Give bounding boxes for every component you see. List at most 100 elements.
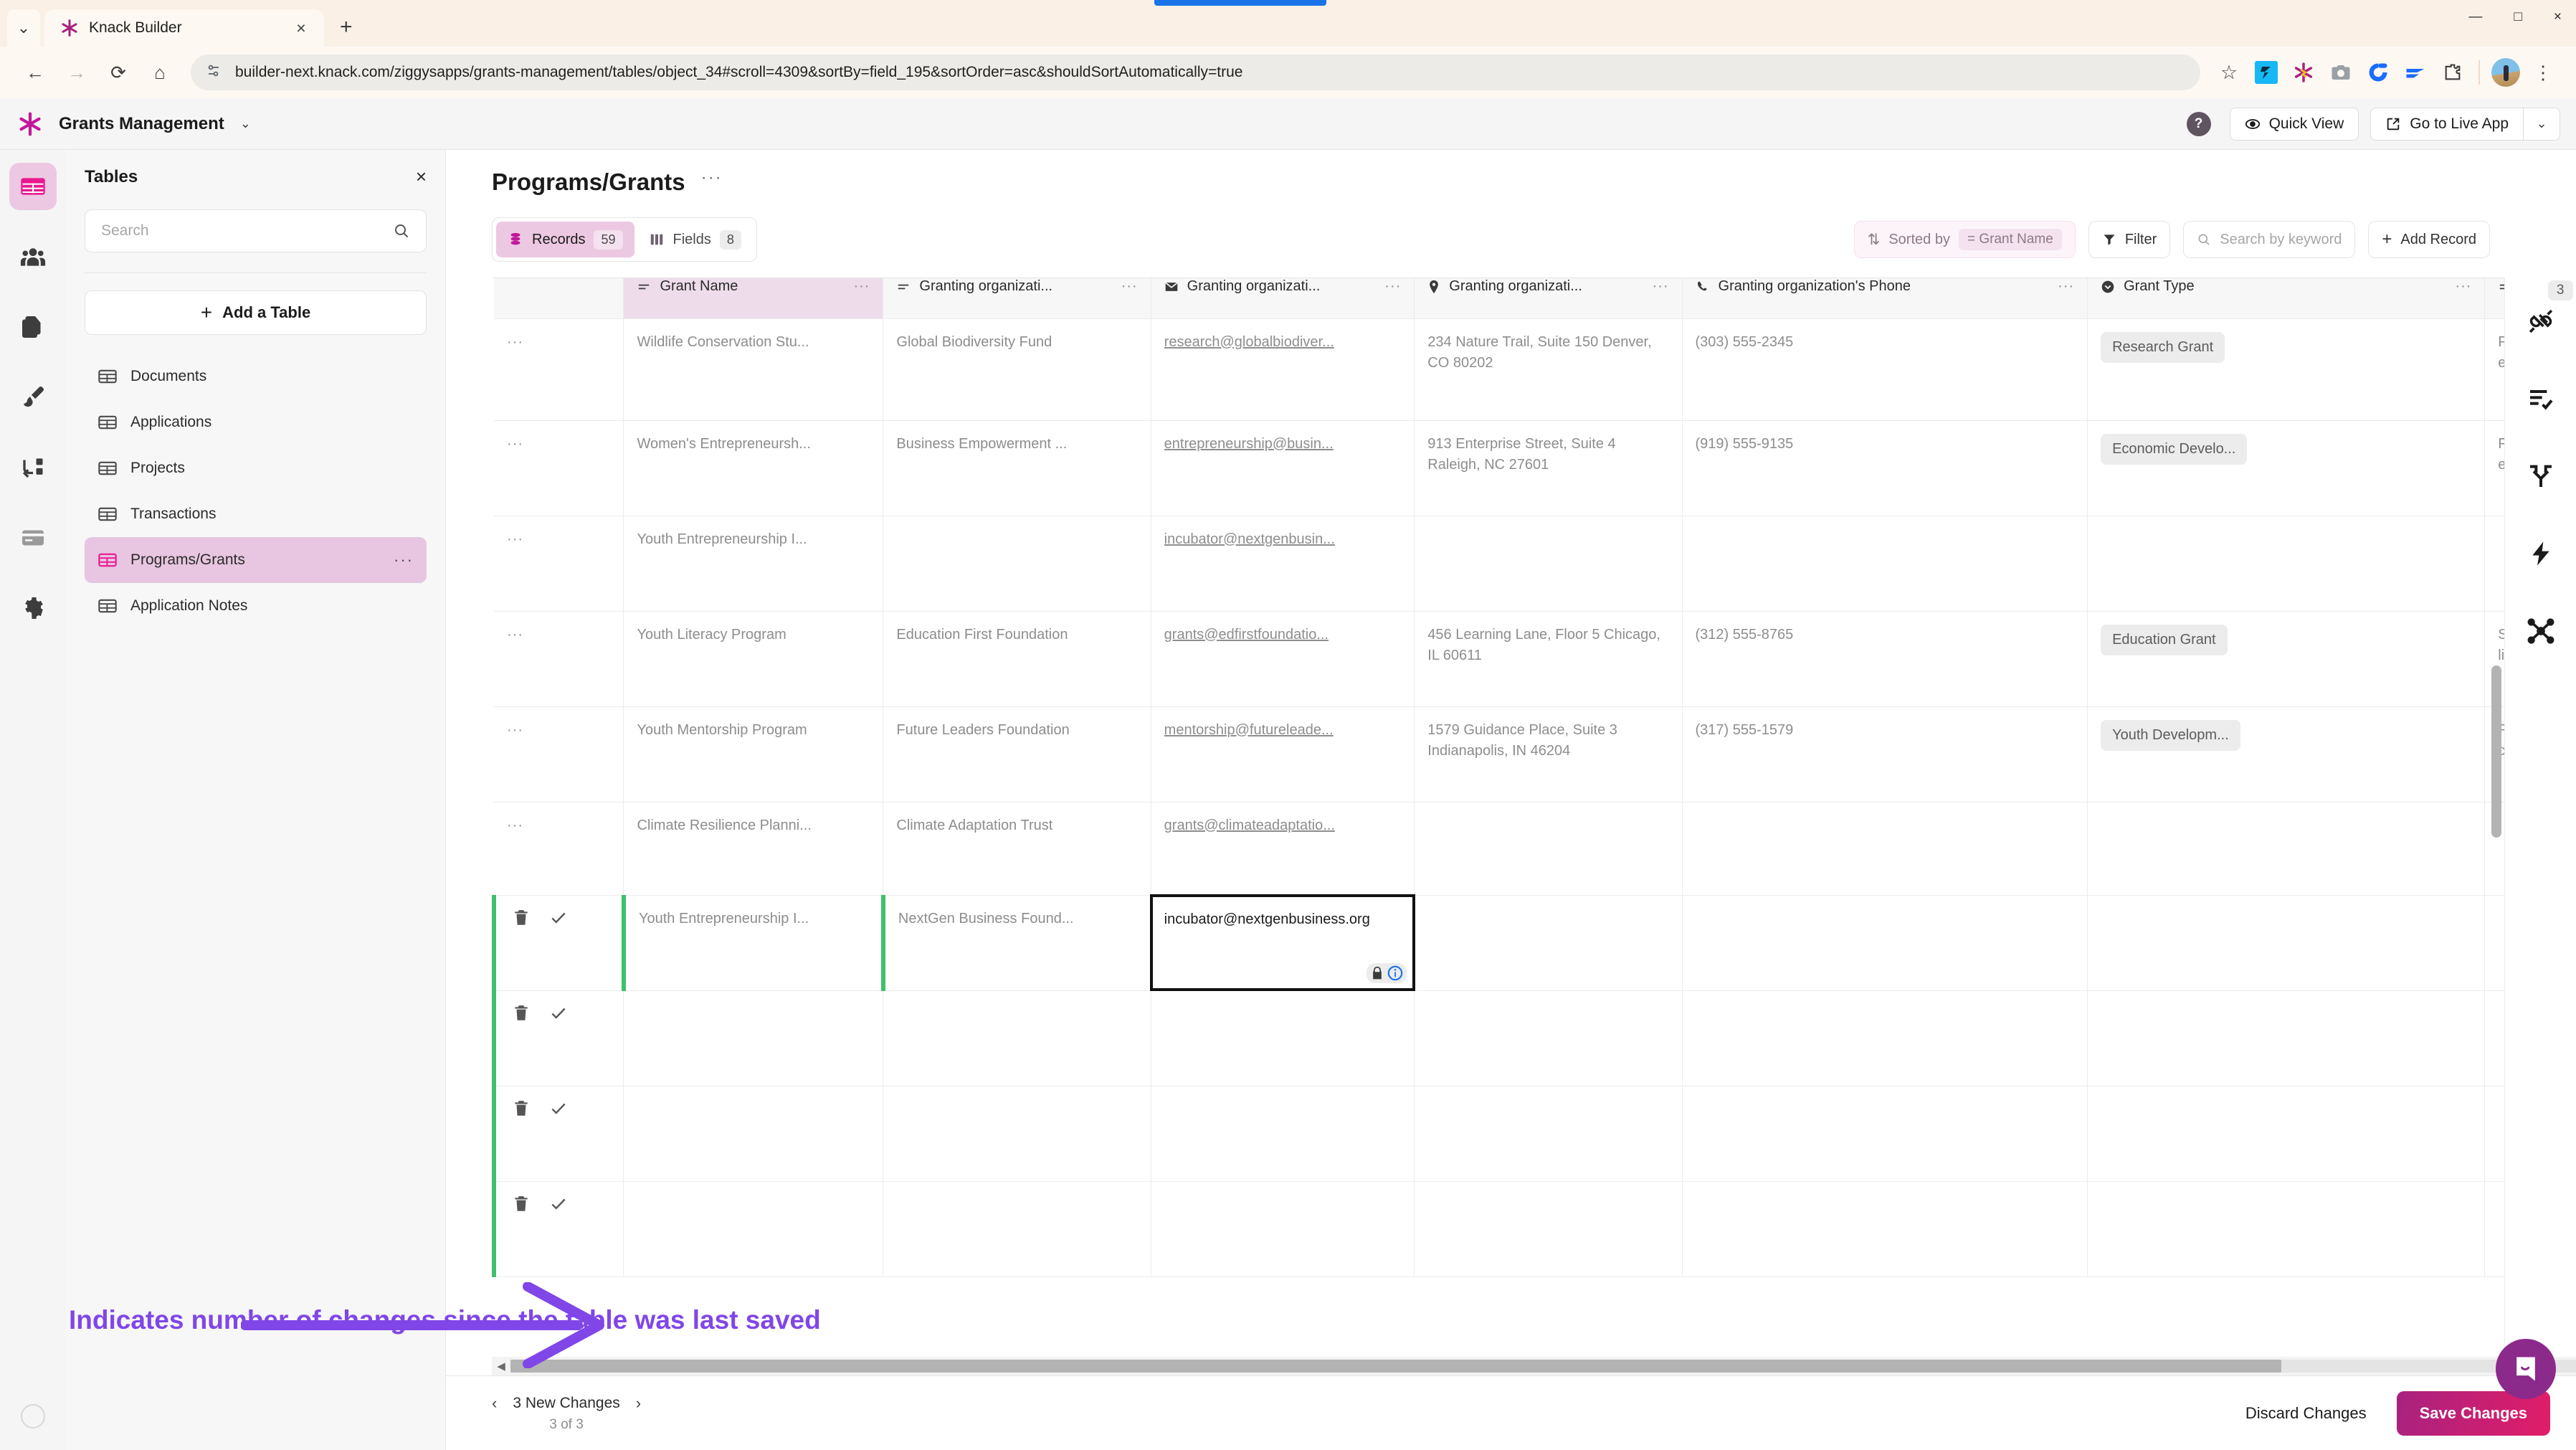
row-menu-icon[interactable]: ···: [494, 516, 624, 612]
cell-email[interactable]: mentorship@futureleade...: [1151, 706, 1415, 802]
filter-button[interactable]: Filter: [2088, 221, 2171, 258]
knack-extension-icon[interactable]: [2285, 54, 2322, 91]
column-header-granting-organization-phone[interactable]: Granting organization's Phone ···: [1682, 278, 2088, 319]
screenshot-camera-icon[interactable]: [2322, 54, 2359, 91]
cell-description[interactable]: Funding research and conservation effort…: [2484, 318, 2504, 421]
cell-email-link[interactable]: entrepreneurship@busin...: [1164, 434, 1402, 455]
cell-grant-name[interactable]: Youth Mentorship Program: [623, 706, 884, 802]
chat-support-button[interactable]: [2496, 1339, 2556, 1399]
column-header-grant-type[interactable]: Grant Type ···: [2087, 278, 2486, 319]
column-menu-icon[interactable]: ···: [1121, 278, 1138, 295]
cell-email[interactable]: entrepreneurship@busin...: [1151, 420, 1415, 516]
cell-grant-type[interactable]: Youth Developm...: [2087, 706, 2486, 802]
row-menu-icon[interactable]: ···: [494, 706, 624, 802]
cell-address[interactable]: [1414, 895, 1683, 991]
cell-phone[interactable]: [1682, 1086, 2088, 1182]
cell-address[interactable]: [1414, 990, 1683, 1086]
cell-org[interactable]: Business Empowerment ...: [883, 420, 1151, 516]
scrollbar-track[interactable]: [510, 1360, 2576, 1373]
column-header-description[interactable]: Description ···: [2484, 278, 2504, 319]
tables-search-box[interactable]: [85, 209, 427, 252]
table-row[interactable]: ··· Youth Mentorship Program Future Lead…: [494, 706, 2504, 802]
tab-fields[interactable]: Fields 8: [637, 222, 753, 257]
extension-blue-icon[interactable]: [2248, 54, 2285, 91]
rail-item-tables[interactable]: [9, 163, 57, 210]
keyword-search-box[interactable]: Search by keyword: [2183, 221, 2356, 258]
rail-item-users[interactable]: [9, 233, 57, 280]
sidebar-item-menu-icon[interactable]: ···: [394, 551, 414, 569]
cell-grant-type[interactable]: [2087, 802, 2486, 896]
cell-grant-name[interactable]: [623, 1086, 884, 1182]
cell-org[interactable]: Climate Adaptation Trust: [883, 802, 1151, 896]
cell-grant-type[interactable]: Economic Develo...: [2087, 420, 2486, 516]
cell-grant-name[interactable]: Women's Entrepreneursh...: [623, 420, 884, 516]
cell-email[interactable]: [1151, 1086, 1415, 1182]
bookmark-star-icon[interactable]: ☆: [2210, 54, 2248, 91]
check-icon[interactable]: [549, 1004, 568, 1023]
chevron-down-icon[interactable]: ⌄: [240, 116, 251, 131]
cell-grant-name[interactable]: Youth Entrepreneurship I...: [623, 516, 884, 612]
cell-address[interactable]: [1414, 1086, 1683, 1182]
vertical-scrollbar[interactable]: [2491, 665, 2501, 838]
minimize-icon[interactable]: —: [2468, 10, 2482, 24]
prev-change-icon[interactable]: ‹: [492, 1394, 497, 1413]
cell-email-editing[interactable]: incubator@nextgenbusiness.org: [1150, 894, 1415, 991]
forward-icon[interactable]: →: [56, 52, 98, 93]
next-change-icon[interactable]: ›: [636, 1394, 641, 1413]
rail-item-pages[interactable]: [9, 303, 57, 351]
cell-address[interactable]: 1579 Guidance Place, Suite 3 Indianapoli…: [1414, 706, 1683, 802]
sidebar-item-documents[interactable]: Documents: [85, 354, 427, 399]
add-table-button[interactable]: + Add a Table: [85, 290, 427, 335]
column-header-grant-name[interactable]: Grant Name ···: [623, 278, 884, 319]
branch-flow-icon[interactable]: [2519, 454, 2563, 498]
cell-address[interactable]: 456 Learning Lane, Floor 5 Chicago, IL 6…: [1414, 611, 1683, 707]
sidebar-item-programs-grants[interactable]: Programs/Grants ···: [85, 537, 427, 583]
home-icon[interactable]: ⌂: [139, 52, 181, 93]
sidebar-item-applications[interactable]: Applications: [85, 399, 427, 445]
cell-email-link[interactable]: incubator@nextgenbusin...: [1164, 529, 1402, 550]
column-header-granting-organization-email[interactable]: Granting organizati... ···: [1151, 278, 1415, 319]
close-icon[interactable]: ×: [291, 19, 311, 38]
cell-grant-type[interactable]: [2087, 1181, 2486, 1277]
cell-grant-type[interactable]: [2087, 990, 2486, 1086]
cell-email[interactable]: grants@climateadaptatio...: [1151, 802, 1415, 896]
cell-grant-name[interactable]: [623, 1181, 884, 1277]
browser-tab[interactable]: Knack Builder ×: [44, 9, 324, 47]
back-icon[interactable]: ←: [14, 52, 56, 93]
avatar[interactable]: [2487, 54, 2524, 91]
tab-list-chevron-icon[interactable]: ⌄: [7, 9, 40, 47]
cell-email[interactable]: [1151, 1181, 1415, 1277]
cell-description[interactable]: [2484, 1086, 2504, 1182]
cell-org[interactable]: [883, 1086, 1151, 1182]
check-icon[interactable]: [549, 1195, 568, 1213]
sorted-by-button[interactable]: ⇅ Sorted by = Grant Name: [1853, 221, 2076, 258]
help-icon[interactable]: ?: [2186, 111, 2211, 136]
connections-network-icon[interactable]: [2519, 609, 2563, 653]
address-bar[interactable]: builder-next.knack.com/ziggysapps/grants…: [191, 55, 2200, 90]
column-header-granting-organization-name[interactable]: Granting organizati... ···: [883, 278, 1151, 319]
sidebar-item-transactions[interactable]: Transactions: [85, 491, 427, 537]
discard-changes-button[interactable]: Discard Changes: [2245, 1404, 2367, 1423]
column-menu-icon[interactable]: ···: [853, 278, 870, 295]
info-icon[interactable]: [1387, 965, 1403, 981]
rail-item-workflow[interactable]: [9, 444, 57, 491]
window-close-icon[interactable]: ×: [2554, 10, 2562, 24]
sidebar-item-projects[interactable]: Projects: [85, 445, 427, 491]
cell-address[interactable]: [1414, 516, 1683, 612]
cell-phone[interactable]: [1682, 802, 2088, 896]
reload-icon[interactable]: ⟳: [98, 52, 139, 93]
new-table-row[interactable]: [492, 1181, 2504, 1277]
cell-email-link[interactable]: research@globalbiodiver...: [1164, 332, 1402, 353]
cell-phone[interactable]: [1682, 990, 2088, 1086]
tables-search-input[interactable]: [101, 222, 386, 240]
column-menu-icon[interactable]: ···: [2058, 278, 2074, 295]
cell-grant-name[interactable]: Climate Resilience Planni...: [623, 802, 884, 896]
cell-org[interactable]: [883, 516, 1151, 612]
cell-email-link[interactable]: grants@climateadaptatio...: [1164, 815, 1402, 836]
cell-email[interactable]: research@globalbiodiver...: [1151, 318, 1415, 421]
column-menu-icon[interactable]: ···: [1384, 278, 1401, 295]
knack-logo-icon[interactable]: [17, 111, 43, 137]
quick-view-button[interactable]: Quick View: [2229, 107, 2359, 141]
new-tab-button[interactable]: +: [340, 15, 353, 39]
table-row[interactable]: ··· Wildlife Conservation Stu... Global …: [494, 318, 2504, 421]
